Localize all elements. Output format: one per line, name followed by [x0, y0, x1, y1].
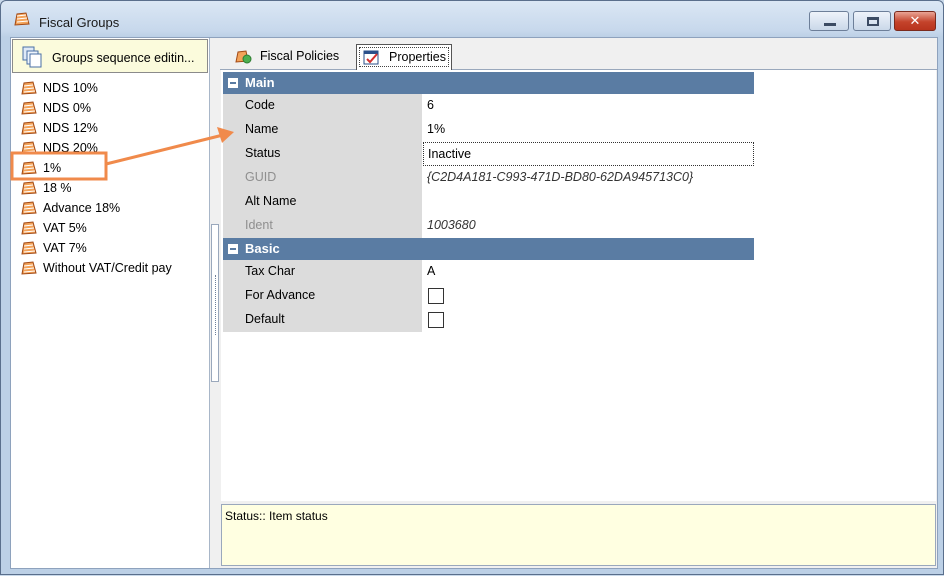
list-item-label: NDS 10%	[43, 81, 98, 95]
minimize-icon	[824, 23, 836, 26]
tab-properties[interactable]: Properties	[356, 44, 452, 70]
list-item-label: 1%	[43, 161, 62, 175]
property-value[interactable]	[423, 190, 754, 214]
list-item[interactable]: NDS 0%	[15, 98, 207, 118]
fiscal-group-icon	[20, 220, 38, 236]
groups-list: NDS 10% NDS 0% NDS 12% NDS 20% 1% 18 % Advance…	[15, 78, 207, 278]
fiscal-group-icon	[20, 140, 38, 156]
property-grid: Main Code 6 Name 1% Status Inactive GUID…	[223, 72, 754, 332]
window-title: Fiscal Groups	[39, 15, 120, 30]
fiscal-groups-window: Fiscal Groups ✕ Groups sequence editin..…	[0, 0, 944, 575]
property-value	[423, 284, 754, 308]
fiscal-group-icon	[20, 160, 38, 176]
groups-sequence-label: Groups sequence editin...	[52, 51, 195, 65]
for-advance-checkbox[interactable]	[428, 288, 444, 304]
property-row-default[interactable]: Default	[223, 308, 754, 332]
list-item[interactable]: Advance 18%	[15, 198, 207, 218]
fiscal-group-icon	[20, 240, 38, 256]
property-value[interactable]: A	[423, 260, 754, 284]
list-item-label: NDS 20%	[43, 141, 98, 155]
groups-panel: Groups sequence editin... NDS 10% NDS 0% N…	[11, 38, 210, 568]
list-item[interactable]: NDS 12%	[15, 118, 207, 138]
list-item[interactable]: VAT 5%	[15, 218, 207, 238]
property-name: For Advance	[223, 284, 423, 308]
property-value[interactable]: 1%	[423, 118, 754, 142]
category-main-label: Main	[245, 75, 275, 90]
list-item[interactable]: NDS 10%	[15, 78, 207, 98]
property-name: Ident	[223, 214, 423, 238]
tab-strip: Fiscal Policies Properties	[220, 38, 937, 70]
property-row-status[interactable]: Status Inactive	[223, 142, 754, 166]
list-item-label: VAT 7%	[43, 241, 87, 255]
property-value[interactable]: 6	[423, 94, 754, 118]
copy-pages-icon	[22, 46, 42, 68]
property-value-selected[interactable]: Inactive	[423, 142, 754, 166]
category-basic-label: Basic	[245, 241, 280, 256]
groups-sequence-button[interactable]: Groups sequence editin...	[12, 39, 208, 73]
property-row-alt-name[interactable]: Alt Name	[223, 190, 754, 214]
property-row-tax-char[interactable]: Tax Char A	[223, 260, 754, 284]
property-row-name[interactable]: Name 1%	[223, 118, 754, 142]
splitter-handle[interactable]	[211, 224, 219, 382]
properties-icon	[363, 50, 379, 65]
fiscal-policies-icon	[235, 50, 252, 64]
tab-properties-label: Properties	[389, 50, 446, 64]
property-name: GUID	[223, 166, 423, 190]
list-item[interactable]: NDS 20%	[15, 138, 207, 158]
close-icon: ✕	[909, 13, 921, 28]
property-name: Default	[223, 308, 423, 332]
maximize-button[interactable]	[853, 11, 891, 31]
property-row-for-advance[interactable]: For Advance	[223, 284, 754, 308]
list-item-label: NDS 12%	[43, 121, 98, 135]
list-item[interactable]: 18 %	[15, 178, 207, 198]
fiscal-group-icon	[14, 12, 30, 26]
list-item[interactable]: 1%	[15, 158, 207, 178]
details-panel: Fiscal Policies Properties Main Code 6 N…	[220, 38, 937, 568]
close-button[interactable]: ✕	[894, 11, 936, 31]
property-row-guid[interactable]: GUID {C2D4A181-C993-471D-BD80-62DA945713…	[223, 166, 754, 190]
default-checkbox[interactable]	[428, 312, 444, 328]
fiscal-group-icon	[20, 100, 38, 116]
grip-dots	[215, 275, 216, 335]
list-item[interactable]: VAT 7%	[15, 238, 207, 258]
list-item[interactable]: Without VAT/Credit pay	[15, 258, 207, 278]
status-description: Status:: Item status	[221, 504, 936, 566]
property-grid-area: Main Code 6 Name 1% Status Inactive GUID…	[221, 70, 936, 501]
fiscal-group-icon	[20, 120, 38, 136]
category-main[interactable]: Main	[223, 72, 754, 94]
property-value-readonly: {C2D4A181-C993-471D-BD80-62DA945713C0}	[423, 166, 754, 190]
property-value	[423, 308, 754, 332]
fiscal-group-icon	[20, 180, 38, 196]
property-row-ident[interactable]: Ident 1003680	[223, 214, 754, 238]
tab-fiscal-policies-label: Fiscal Policies	[260, 49, 340, 63]
collapse-icon[interactable]	[228, 244, 238, 254]
property-name: Tax Char	[223, 260, 423, 284]
property-name: Status	[223, 142, 423, 166]
tab-fiscal-policies[interactable]: Fiscal Policies	[228, 44, 354, 70]
status-text: Status:: Item status	[225, 509, 328, 523]
client-area: Groups sequence editin... NDS 10% NDS 0% N…	[10, 37, 938, 569]
fiscal-group-icon	[20, 260, 38, 276]
list-item-label: VAT 5%	[43, 221, 87, 235]
collapse-icon[interactable]	[228, 78, 238, 88]
property-name: Alt Name	[223, 190, 423, 214]
property-name: Name	[223, 118, 423, 142]
property-name: Code	[223, 94, 423, 118]
title-bar[interactable]: Fiscal Groups ✕	[1, 1, 943, 37]
minimize-button[interactable]	[809, 11, 849, 31]
fiscal-group-icon	[20, 80, 38, 96]
fiscal-group-icon	[20, 200, 38, 216]
property-row-code[interactable]: Code 6	[223, 94, 754, 118]
category-basic[interactable]: Basic	[223, 238, 754, 260]
maximize-icon	[867, 17, 879, 26]
list-item-label: Advance 18%	[43, 201, 121, 215]
property-value-readonly: 1003680	[423, 214, 754, 238]
list-item-label: NDS 0%	[43, 101, 91, 115]
list-item-label: Without VAT/Credit pay	[43, 261, 172, 275]
list-item-label: 18 %	[43, 181, 72, 195]
